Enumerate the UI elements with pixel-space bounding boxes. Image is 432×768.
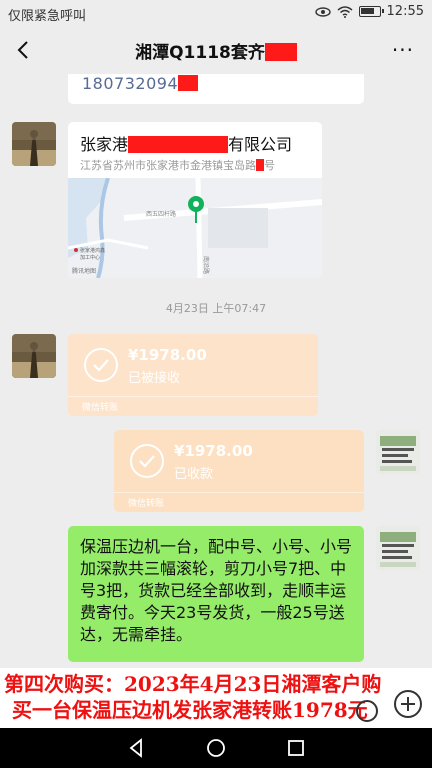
- location-map[interactable]: 西五四杆路 南沿路 张家港鸿鑫 加工中心 腾讯地图: [68, 178, 322, 278]
- transfer-amount: ¥1978.00: [174, 442, 253, 460]
- phone-message-bubble[interactable]: 180732094: [68, 74, 364, 104]
- status-icons: 12:55: [314, 4, 424, 19]
- my-text-message[interactable]: 保温压边机一台，配中号、小号、小号加深款共三幅滚轮，剪刀小号7把、中号3把，货款…: [68, 526, 364, 662]
- chat-title-text: 湘潭Q1118套齐: [135, 43, 265, 63]
- contact-avatar[interactable]: [12, 334, 56, 378]
- chat-title: 湘潭Q1118套齐: [0, 38, 432, 63]
- eye-comfort-icon: [314, 6, 331, 17]
- location-address: 江苏省苏州市张家港市金港镇宝岛路号: [80, 157, 275, 173]
- map-poi-label: 张家港鸿鑫: [80, 247, 105, 254]
- location-name-prefix: 张家港: [80, 135, 129, 154]
- transfer-amount: ¥1978.00: [128, 346, 207, 364]
- phone-number-text[interactable]: 180732094: [82, 74, 178, 93]
- redaction-mark: [256, 159, 264, 171]
- location-name: 张家港 有限公司: [80, 131, 292, 155]
- check-circle-icon: [130, 444, 164, 478]
- transfer-status: 已被接收: [128, 371, 181, 386]
- wifi-icon: [337, 5, 353, 18]
- map-brand-label: 腾讯地图: [72, 267, 96, 275]
- redaction-mark: [128, 136, 229, 153]
- transfer-card-sent[interactable]: ¥1978.00 已收款 微信转账: [114, 430, 364, 512]
- my-avatar[interactable]: [376, 526, 420, 570]
- nav-home-icon[interactable]: [204, 736, 228, 760]
- system-nav-bar: [0, 728, 432, 768]
- message-timestamp: 4月23日 上午07:47: [165, 302, 267, 315]
- location-address-suffix: 号: [264, 159, 275, 172]
- status-bar: 仅限紧急呼叫 12:55: [0, 0, 432, 26]
- more-dots-icon[interactable]: ···: [392, 38, 414, 62]
- my-avatar[interactable]: [376, 430, 420, 474]
- chat-area[interactable]: 180732094 张家港 有限公司 江苏省苏州市张家港市金港镇宝岛路号 西五四杆…: [0, 74, 432, 668]
- chat-header: 湘潭Q1118套齐 ···: [0, 26, 432, 74]
- nav-back-icon[interactable]: [124, 736, 148, 760]
- map-road-label: 西五四杆路: [146, 210, 176, 218]
- caption-overlay: 第四次购买：2023年4月23日湘潭客户购 买一台保温压边机发张家港转账1978…: [0, 668, 432, 728]
- check-circle-icon: [84, 348, 118, 382]
- nav-recents-icon[interactable]: [284, 736, 308, 760]
- location-name-suffix: 有限公司: [228, 135, 293, 154]
- transfer-footer-label: 微信转账: [128, 499, 165, 509]
- transfer-footer-label: 微信转账: [82, 403, 119, 413]
- carrier-label: 仅限紧急呼叫: [8, 9, 87, 24]
- map-road2-label: 南沿路: [202, 256, 210, 274]
- transfer-status: 已收款: [174, 467, 214, 482]
- emoji-icon[interactable]: [356, 700, 378, 722]
- map-poi-label: 加工中心: [80, 254, 100, 261]
- contact-avatar[interactable]: [12, 122, 56, 166]
- plus-icon[interactable]: [394, 690, 422, 718]
- clock: 12:55: [386, 4, 424, 19]
- transfer-card-received[interactable]: ¥1978.00 已被接收 微信转账: [68, 334, 318, 416]
- location-address-prefix: 江苏省苏州市张家港市金港镇宝岛路: [80, 159, 256, 172]
- phone-number-link: 180732094: [82, 74, 199, 93]
- redaction-mark: [264, 43, 297, 61]
- battery-icon: [358, 6, 384, 17]
- location-card[interactable]: 张家港 有限公司 江苏省苏州市张家港市金港镇宝岛路号 西五四杆路 南沿路 张家港鸿…: [68, 122, 322, 278]
- redaction-mark: [178, 75, 199, 91]
- caption-line-1: 第四次购买：2023年4月23日湘潭客户购: [4, 672, 382, 696]
